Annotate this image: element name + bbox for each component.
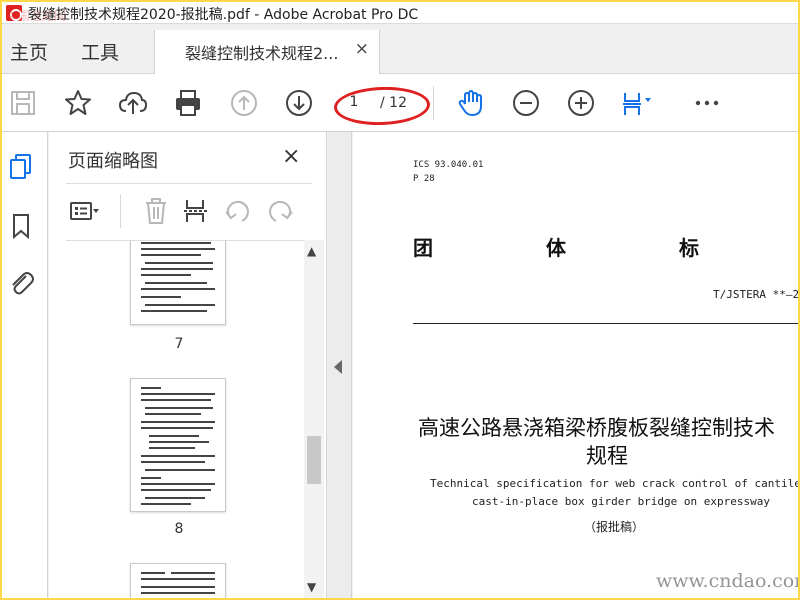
tab-home[interactable]: 主页 <box>10 38 48 65</box>
save-icon[interactable] <box>8 88 38 118</box>
page-thumbnail[interactable] <box>130 241 226 325</box>
p-code: P 28 <box>413 174 435 184</box>
star-icon[interactable] <box>63 88 93 118</box>
collapse-arrow-icon[interactable] <box>334 360 342 374</box>
zoom-out-icon[interactable] <box>511 88 541 118</box>
header-char: 标 <box>679 236 699 260</box>
page-thumbnail[interactable] <box>130 563 226 598</box>
print-icon[interactable] <box>173 88 203 118</box>
thumbnails-list: 7 8 <box>66 240 304 598</box>
tab-bar: 主页 工具 裂缝控制技术规程2... × <box>2 24 798 75</box>
close-icon[interactable]: × <box>355 39 369 59</box>
header-char: 团 <box>413 236 433 260</box>
panel-collapse-strip[interactable] <box>328 132 352 598</box>
extract-icon[interactable] <box>182 196 212 226</box>
thumbnails-scrollbar[interactable]: ▲ ▼ <box>304 240 324 598</box>
document-title-en-line2: cast-in-place box girder bridge on expre… <box>472 495 771 508</box>
thumbnail-tools <box>49 184 327 240</box>
tab-tools[interactable]: 工具 <box>81 38 119 65</box>
panel-title: 页面缩略图 <box>68 151 158 172</box>
page-thumbnail-number: 8 <box>174 521 184 537</box>
document-view[interactable]: ICS 93.040.01 P 28 团 体 标 T/JSTERA **—2 高… <box>353 132 798 598</box>
panel-tools-divider <box>120 194 121 228</box>
more-icon[interactable] <box>692 88 722 118</box>
rotate-right-icon[interactable] <box>265 196 295 226</box>
zoom-in-icon[interactable] <box>566 88 596 118</box>
document-status: （报批稿） <box>584 520 645 534</box>
previous-page-icon[interactable] <box>229 88 259 118</box>
standard-number: T/JSTERA **—2 <box>713 288 798 301</box>
header-rule <box>413 323 798 324</box>
document-tab-label: 裂缝控制技术规程2... <box>185 44 339 63</box>
close-panel-icon[interactable]: × <box>282 144 300 169</box>
tab-document[interactable]: 裂缝控制技术规程2... × <box>154 30 380 75</box>
rotate-left-icon[interactable] <box>223 196 253 226</box>
delete-icon[interactable] <box>141 196 171 226</box>
bookmark-icon[interactable] <box>7 212 35 240</box>
pdf-page: ICS 93.040.01 P 28 团 体 标 T/JSTERA **—2 高… <box>353 132 798 598</box>
left-navigation-rail <box>2 132 48 598</box>
attachment-icon[interactable] <box>7 268 35 296</box>
document-title-cn-line1: 高速公路悬浇箱梁桥腹板裂缝控制技术 <box>418 416 775 440</box>
page-thumbnails-panel: 页面缩略图 × 7 8 ▲ ▼ <box>49 132 327 598</box>
highlight-ellipse <box>333 85 431 127</box>
header-char: 体 <box>546 236 566 260</box>
scroll-down-icon[interactable]: ▼ <box>307 580 316 594</box>
document-title-en-line1: Technical specification for web crack co… <box>430 477 798 490</box>
options-menu-icon[interactable] <box>69 196 99 226</box>
scroll-up-icon[interactable]: ▲ <box>307 244 316 258</box>
page-thumbnail-number: 7 <box>174 336 184 352</box>
toolbar-divider <box>433 86 434 120</box>
window-title: 裂缝控制技术规程2020-报批稿.pdf - Adobe Acrobat Pro… <box>28 7 419 23</box>
fit-page-icon[interactable] <box>621 88 651 118</box>
main-toolbar: 1 / 12 <box>2 74 798 132</box>
ics-code: ICS 93.040.01 <box>413 160 484 170</box>
acrobat-window: 中国道路网 裂缝控制技术规程2020-报批稿.pdf - Adobe Acrob… <box>2 2 798 598</box>
cloud-upload-icon[interactable] <box>118 88 148 118</box>
scrollbar-thumb[interactable] <box>307 436 321 484</box>
hand-tool-icon[interactable] <box>456 88 486 118</box>
document-title-cn-line2: 规程 <box>586 444 628 468</box>
next-page-icon[interactable] <box>284 88 314 118</box>
page-thumbnails-icon[interactable] <box>7 152 35 180</box>
title-bar: 中国道路网 裂缝控制技术规程2020-报批稿.pdf - Adobe Acrob… <box>2 2 798 24</box>
page-thumbnail[interactable] <box>130 378 226 512</box>
watermark-bottom: www.cndao.com <box>656 570 798 592</box>
